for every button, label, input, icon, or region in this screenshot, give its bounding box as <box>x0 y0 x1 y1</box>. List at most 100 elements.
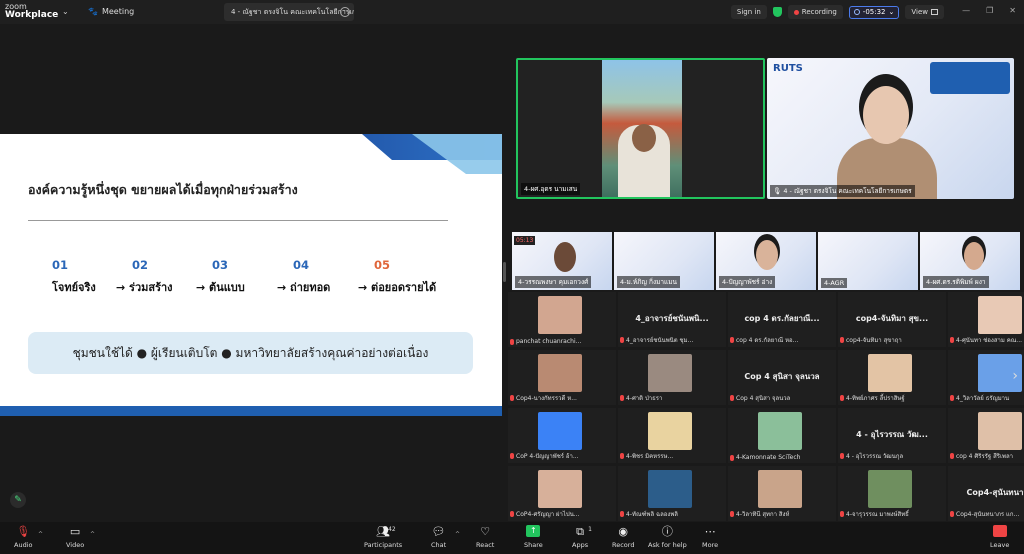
audio-button[interactable]: 🎙︎ Audio <box>14 525 32 549</box>
participant-name: Cop4-นางกัทรรวดี ห... <box>510 393 577 403</box>
participants-button[interactable]: 👥︎ 42 Participants <box>364 525 402 549</box>
video-tile[interactable]: 4-ศาติ ป่าธรา <box>618 350 726 405</box>
camera-icon: ▭ <box>69 525 81 538</box>
step-5: 05 → ต่อยอดรายได้ <box>358 258 436 296</box>
close-icon[interactable]: ✕ <box>1009 6 1016 15</box>
meeting-menu[interactable]: 🐾 Meeting <box>88 7 134 16</box>
video-tile[interactable]: Cop4-สุนันทนาก... Cop4-สุนันทนาภร แก... <box>948 466 1024 521</box>
video-tile[interactable]: panchat chuanrachi... <box>508 292 616 347</box>
chevron-down-icon[interactable]: ⌄ <box>62 7 69 16</box>
step-4: 04 → ถ่ายทอด <box>277 258 330 296</box>
avatar <box>978 296 1022 334</box>
video-tile[interactable]: cop 4 ดร.กัลยาณี... cop 4 ดร.กัลยาณี หอ..… <box>728 292 836 347</box>
zoom-logo: zoom Workplace <box>5 2 58 20</box>
video-tile[interactable]: 4-ศุนันทา ช่องสาม คณ... <box>948 292 1024 347</box>
video-tile[interactable]: CoP4-ศรัญญา ผ่าไปน... <box>508 466 616 521</box>
chevron-up-icon[interactable]: ^ <box>455 531 460 538</box>
video-tile[interactable]: CoP 4-ปัญญาพัชร์ อ้า... <box>508 408 616 463</box>
apps-button[interactable]: ⧉ 1 Apps <box>572 525 592 549</box>
maximize-icon[interactable]: ❐ <box>986 6 993 15</box>
pen-icon[interactable]: ✎ <box>10 492 26 508</box>
video-tile-speaker-1[interactable]: 4-ผศ.อุดร นามเสน <box>516 58 765 199</box>
video-tile[interactable]: 4-AGR <box>818 232 918 290</box>
mic-muted-icon <box>620 337 624 343</box>
avatar <box>648 354 692 392</box>
more-icon[interactable]: ··· <box>340 7 350 17</box>
step-1: 01 โจทย์จริง <box>52 258 96 296</box>
sign-in-button[interactable]: Sign in <box>730 5 767 19</box>
video-tile[interactable]: 4-ทิพย์ภาศร ลี้ปราสิษฐ์ <box>838 350 946 405</box>
chevron-up-icon[interactable]: ^ <box>38 531 43 538</box>
help-button[interactable]: ⓘ Ask for help <box>648 525 687 549</box>
timer-value: -05:32 <box>862 8 886 16</box>
slide-summary: ชุมชนใช้ได้ ● ผู้เรียนเติบโต ● มหาวิทยาล… <box>28 332 473 374</box>
step-label: → ต้นแบบ <box>196 281 245 294</box>
participant-name: 4_อาจารย์ชนันพนิต ชุม... <box>620 335 693 345</box>
chat-button[interactable]: 💬︎ Chat <box>431 525 446 549</box>
mic-muted-icon <box>510 453 514 459</box>
video-tile[interactable]: 4 - อุไรวรรณ วัฒ... 4 - อุไรวรรณ วัฒนกุล <box>838 408 946 463</box>
view-button[interactable]: View <box>905 5 944 19</box>
avatar <box>538 296 582 334</box>
video-tile[interactable]: 4-ผศ.ดร.รติพิมพ์ ผงา <box>920 232 1020 290</box>
participant-name-text: 4-จารุวรรณ มาพงษ์สิทธิ์ <box>846 511 909 518</box>
video-label: Video <box>66 541 85 549</box>
record-button[interactable]: ◉ Record <box>612 525 634 549</box>
chevron-right-icon[interactable]: › <box>1012 368 1018 384</box>
mic-muted-icon <box>950 511 954 517</box>
video-tile[interactable]: 4-ปัญญาพัชร์ อ่าง <box>716 232 816 290</box>
step-number: 05 <box>374 258 391 272</box>
meeting-toolbar: 🎙︎ Audio ^ ▭ Video ^ 👥︎ 42 Participants 💬… <box>0 522 1024 554</box>
title-bar: zoom Workplace ⌄ 🐾 Meeting 4 - ณัฐชา ตรง… <box>0 0 1024 24</box>
video-tile[interactable]: 05:13 4-วรรณพงษา คุมเอกวงศ์ <box>512 232 612 290</box>
step-label: → ถ่ายทอด <box>277 281 331 294</box>
help-label: Ask for help <box>648 541 687 549</box>
record-dot-icon <box>793 9 799 15</box>
participant-name: cop 4 ดร.กัลยาณี หอ... <box>730 335 798 345</box>
avatar <box>538 354 582 392</box>
participant-display-name: 4 - อุไรวรรณ วัฒ... <box>856 430 928 439</box>
video-tile[interactable]: 4-ม.ห์ภิญ กิ่งมาแมน <box>614 232 714 290</box>
mic-muted-icon <box>510 511 514 517</box>
participant-name-text: Cop4-นางกัทรรวดี ห... <box>516 395 577 402</box>
mic-muted-icon <box>730 337 734 343</box>
video-tile[interactable]: 4-จารุวรรณ มาพงษ์สิทธิ์ <box>838 466 946 521</box>
video-tile[interactable]: cop 4 ศิริรรัฐ สีริเพลา <box>948 408 1024 463</box>
recording-status[interactable]: Recording <box>787 5 843 19</box>
video-tile[interactable]: cop4-จันทิมา สุข... cop4-จันทิมา สุขาฤา <box>838 292 946 347</box>
video-button[interactable]: ▭ Video <box>66 525 84 549</box>
avatar <box>868 354 912 392</box>
video-tile[interactable]: 4_อาจารย์ชนันพนิ... 4_อาจารย์ชนันพนิต ชุม… <box>618 292 726 347</box>
video-tile-speaker-2[interactable]: RUTS 🎙 4 - ณัฐชา ตรงจิโน คณะเทคโนโลยีการ… <box>767 58 1014 199</box>
participant-name-text: Cop 4 สุนิสา จุลนวล <box>736 395 791 402</box>
participant-name: 4-ผศ.อุดร นามเสน <box>521 183 581 195</box>
meeting-tab[interactable]: 4 - ณัฐชา ตรงจิโน คณะเทคโนโลยีการเกษตร ·… <box>224 3 354 21</box>
more-button[interactable]: ⋯ More <box>702 525 718 549</box>
participants-count: 42 <box>388 526 396 533</box>
participant-name: Cop4-สุนันทนาภร แก... <box>950 509 1019 519</box>
react-button[interactable]: ♡ React <box>476 525 494 549</box>
video-tile[interactable]: 4-วิลาทินี สุทกา สิงห์ <box>728 466 836 521</box>
share-button[interactable]: ↑ Share <box>524 525 543 549</box>
chevron-up-icon[interactable]: ^ <box>90 531 95 538</box>
participant-display-name: Cop4-สุนันทนาก... <box>966 488 1024 497</box>
paw-icon: 🐾 <box>88 7 98 16</box>
step-3: 03 → ต้นแบบ <box>196 258 245 296</box>
view-icon <box>931 9 938 15</box>
avatar <box>538 470 582 508</box>
chevron-down-icon: ⌄ <box>888 8 895 16</box>
mic-muted-icon <box>510 338 514 345</box>
avatar <box>758 470 802 508</box>
participant-name: 4 - อุไรวรรณ วัฒนกุล <box>840 451 903 461</box>
video-tile[interactable]: 4-ทัณฑ์พลิ ฉลองพลิ <box>618 466 726 521</box>
meeting-timer[interactable]: -05:32 ⌄ <box>848 5 900 19</box>
participant-name-text: 4-วิลาทินี สุทกา สิงห์ <box>736 511 790 518</box>
leave-button[interactable]: Leave <box>990 525 1009 549</box>
shield-icon[interactable] <box>772 7 782 17</box>
video-tile[interactable]: 4-Kamonnate SciTech <box>728 408 836 463</box>
video-tile[interactable]: Cop 4 สุนิสา จุลนวล Cop 4 สุนิสา จุลนวล <box>728 350 836 405</box>
minimize-icon[interactable]: — <box>962 6 970 15</box>
video-tile[interactable]: 4-พิชร มิคหรรษ... <box>618 408 726 463</box>
split-handle[interactable] <box>503 262 506 282</box>
video-tile[interactable]: Cop4-นางกัทรรวดี ห... <box>508 350 616 405</box>
